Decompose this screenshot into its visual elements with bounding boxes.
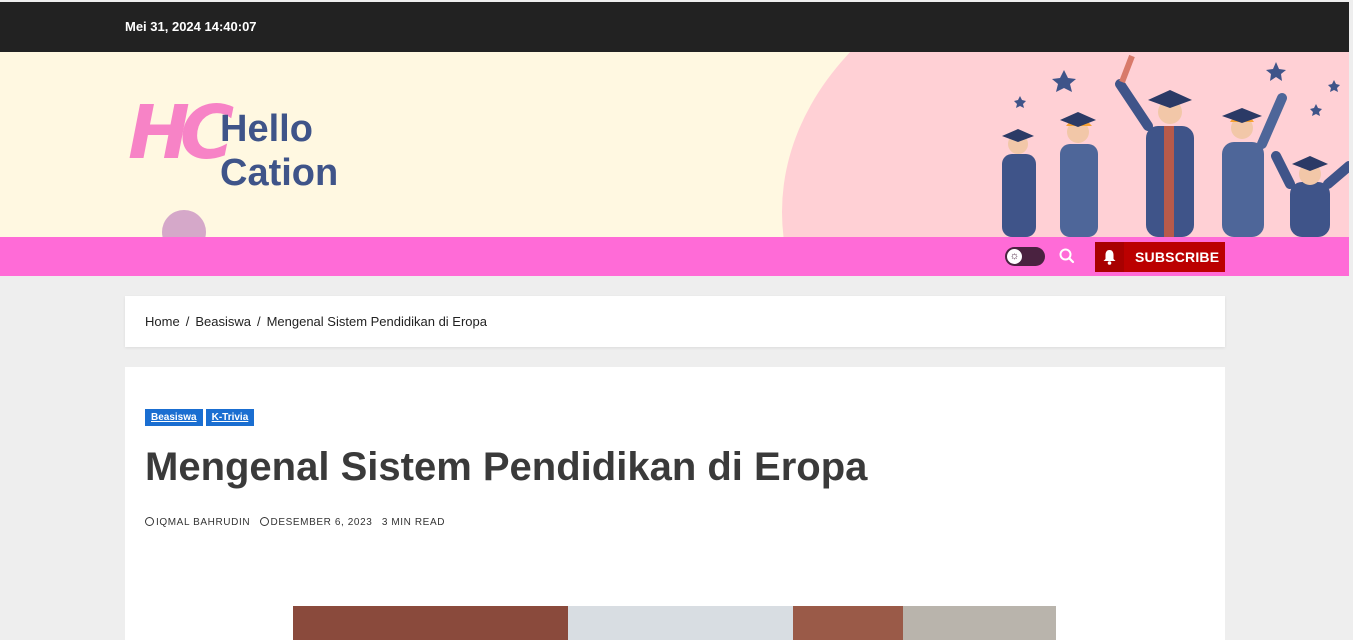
site-header: HC Hello Cation <box>0 52 1349 237</box>
read-time: 3 MIN READ <box>381 517 446 528</box>
search-icon[interactable] <box>1058 247 1076 265</box>
user-icon <box>145 517 154 526</box>
logo-dot <box>162 210 206 237</box>
breadcrumb-separator: / <box>185 314 190 329</box>
main-nav: ☼ SUBSCRIBE <box>0 237 1349 276</box>
article-card: Beasiswa K-Trivia Mengenal Sistem Pendidi… <box>125 367 1225 640</box>
datetime-clock: Mei 31, 2024 14:40:07 <box>125 19 257 34</box>
logo-word-cation: Cation <box>220 152 339 194</box>
article-title: Mengenal Sistem Pendidikan di Eropa <box>145 445 868 489</box>
logo-word-hello: Hello <box>220 108 313 150</box>
featured-image <box>293 606 1056 640</box>
breadcrumb-current: Mengenal Sistem Pendidikan di Eropa <box>266 314 487 329</box>
category-tags: Beasiswa K-Trivia <box>145 407 257 426</box>
clock-icon <box>259 517 269 526</box>
subscribe-label: SUBSCRIBE <box>1135 249 1220 265</box>
breadcrumb-category[interactable]: Beasiswa <box>195 314 251 329</box>
top-bar: Mei 31, 2024 14:40:07 <box>0 2 1349 52</box>
graduates-illustration <box>1002 54 1349 237</box>
tag-beasiswa[interactable]: Beasiswa <box>145 409 203 426</box>
publish-date: DESEMBER 6, 2023 <box>270 517 373 528</box>
tag-k-trivia[interactable]: K-Trivia <box>205 409 255 426</box>
sun-icon: ☼ <box>1007 249 1022 264</box>
logo-mark: HC <box>128 90 234 176</box>
theme-toggle[interactable]: ☼ <box>1005 247 1045 266</box>
bell-icon <box>1095 242 1124 272</box>
article-meta: IQMAL BAHRUDIN DESEMBER 6, 2023 3 MIN RE… <box>145 517 451 528</box>
author-link[interactable]: IQMAL BAHRUDIN <box>156 517 250 528</box>
breadcrumb-separator: / <box>256 314 261 329</box>
site-logo[interactable]: HC Hello Cation <box>128 96 388 237</box>
subscribe-button[interactable]: SUBSCRIBE <box>1095 242 1225 272</box>
breadcrumb: Home / Beasiswa / Mengenal Sistem Pendidikan… <box>125 296 1225 347</box>
breadcrumb-home[interactable]: Home <box>145 314 180 329</box>
